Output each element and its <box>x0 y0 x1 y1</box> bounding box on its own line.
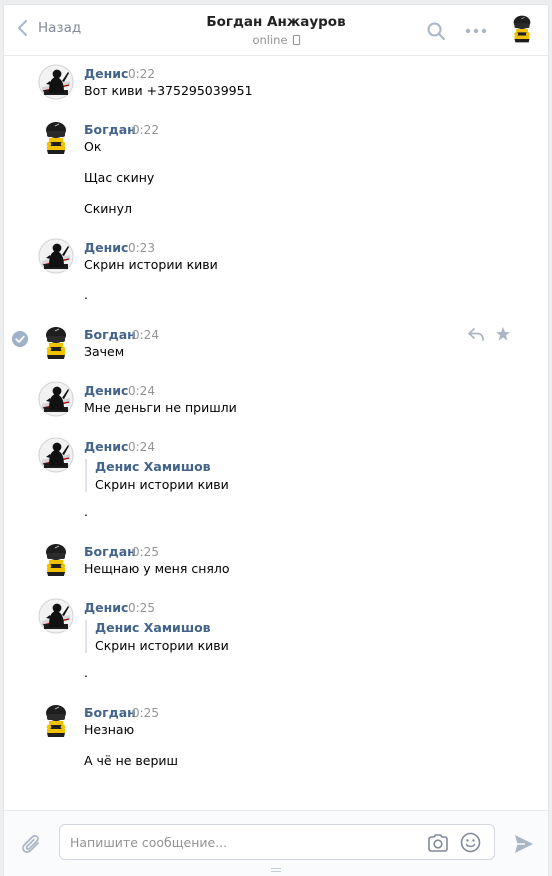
forwarded-text: Скрин истории киви <box>95 477 229 492</box>
author-name[interactable]: Богдан <box>84 705 136 720</box>
message-time[interactable]: 0:25 <box>132 706 159 720</box>
message-text: А чё не вериш <box>84 753 178 768</box>
message-text: Зачем <box>84 344 125 359</box>
camera-icon[interactable] <box>427 833 449 853</box>
author-name[interactable]: Денис <box>84 600 128 615</box>
message-time[interactable]: 0:22 <box>132 123 159 137</box>
reply-icon[interactable] <box>467 327 485 341</box>
resize-grip-icon[interactable] <box>270 867 282 873</box>
chat-avatar[interactable] <box>507 13 537 45</box>
author-name[interactable]: Денис <box>84 66 128 81</box>
search-icon[interactable] <box>426 21 446 41</box>
message-time[interactable]: 0:25 <box>128 601 155 615</box>
check-circle-icon[interactable] <box>12 331 28 347</box>
more-dots-icon[interactable] <box>463 21 489 41</box>
message-text: Нещнаю у меня сняло <box>84 561 230 576</box>
avatar[interactable] <box>38 325 74 361</box>
forwarded-author[interactable]: Денис Хамишов <box>95 459 229 474</box>
avatar[interactable] <box>38 120 74 156</box>
message-time[interactable]: 0:24 <box>128 384 155 398</box>
status-text: online <box>252 33 288 47</box>
avatar[interactable] <box>38 64 74 100</box>
mobile-icon <box>292 35 300 45</box>
message-input-box[interactable] <box>59 824 495 860</box>
author-name[interactable]: Богдан <box>84 544 136 559</box>
avatar[interactable] <box>38 437 74 473</box>
message-text: . <box>84 287 88 302</box>
message-input[interactable] <box>70 833 410 851</box>
forwarded-author[interactable]: Денис Хамишов <box>95 620 229 635</box>
avatar[interactable] <box>38 542 74 578</box>
message-composer <box>4 810 548 876</box>
author-name[interactable]: Богдан <box>84 327 136 342</box>
smile-icon[interactable] <box>460 832 481 853</box>
paperclip-icon[interactable] <box>21 833 43 857</box>
forwarded-text: Скрин истории киви <box>95 638 229 653</box>
message-text: . <box>84 665 88 680</box>
avatar[interactable] <box>38 381 74 417</box>
message-text: Мне деньги не пришли <box>84 400 237 415</box>
message-text: Скинул <box>84 201 132 216</box>
author-name[interactable]: Денис <box>84 383 128 398</box>
message-time[interactable]: 0:23 <box>128 241 155 255</box>
message-text: Незнаю <box>84 722 135 737</box>
message-text: Вот киви +375295039951 <box>84 83 253 98</box>
message-text: Скрин истории киви <box>84 257 218 272</box>
message-time[interactable]: 0:24 <box>132 328 159 342</box>
message-text: Щас скину <box>84 170 155 185</box>
author-name[interactable]: Богдан <box>84 122 136 137</box>
avatar[interactable] <box>38 598 74 634</box>
forwarded-message[interactable]: Денис Хамишов Скрин истории киви <box>85 459 229 492</box>
chat-window: Назад Богдан Анжауров online Денис 0:22 … <box>3 4 549 876</box>
message-time[interactable]: 0:22 <box>128 67 155 81</box>
forwarded-message[interactable]: Денис Хамишов Скрин истории киви <box>85 620 229 653</box>
author-name[interactable]: Денис <box>84 240 128 255</box>
message-time[interactable]: 0:24 <box>128 440 155 454</box>
avatar[interactable] <box>38 238 74 274</box>
message-time[interactable]: 0:25 <box>132 545 159 559</box>
message-text: Ок <box>84 139 102 154</box>
message-text: . <box>84 504 88 519</box>
send-icon[interactable] <box>513 833 535 855</box>
author-name[interactable]: Денис <box>84 439 128 454</box>
message-list: Денис 0:22 Вот киви +375295039951 Богдан… <box>4 56 548 810</box>
star-icon[interactable] <box>495 326 511 342</box>
chat-header: Назад Богдан Анжауров online <box>4 5 548 56</box>
avatar[interactable] <box>38 703 74 739</box>
